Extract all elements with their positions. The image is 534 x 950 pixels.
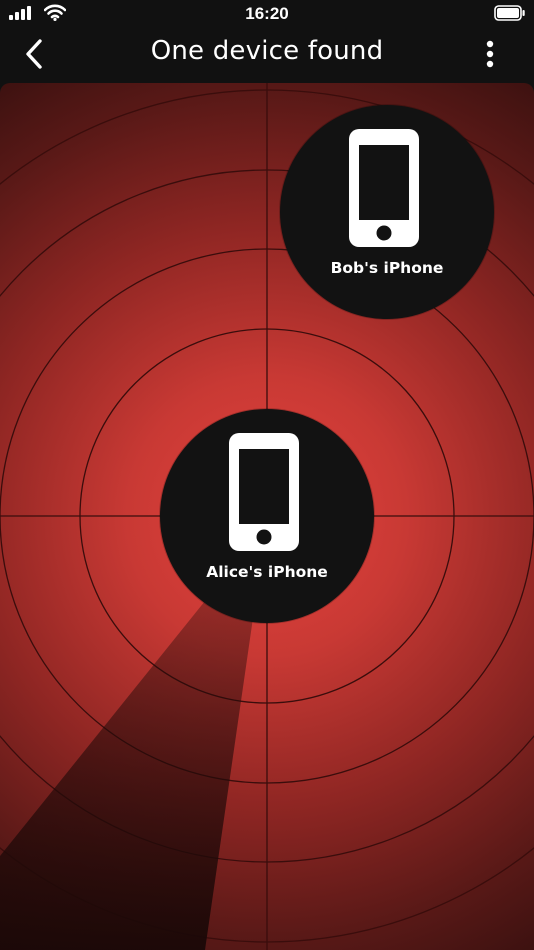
device-label: Alice's iPhone	[206, 563, 328, 581]
battery-icon	[494, 5, 525, 21]
chevron-left-icon	[26, 39, 42, 69]
nav-bar: One device found	[0, 28, 534, 82]
smartphone-icon	[229, 433, 299, 551]
status-bar: 16:20	[0, 0, 534, 28]
radar-view: Bob's iPhone Alice's iPhone	[0, 83, 534, 950]
back-button[interactable]	[18, 38, 52, 72]
more-options-button[interactable]	[476, 40, 504, 72]
device-label: Bob's iPhone	[330, 259, 444, 277]
device-alices-iphone[interactable]: Alice's iPhone	[160, 409, 374, 623]
smartphone-icon	[349, 129, 419, 247]
device-bobs-iphone[interactable]: Bob's iPhone	[280, 105, 494, 319]
page-title: One device found	[150, 36, 384, 66]
more-vertical-icon	[486, 40, 494, 68]
status-time: 16:20	[245, 4, 289, 23]
